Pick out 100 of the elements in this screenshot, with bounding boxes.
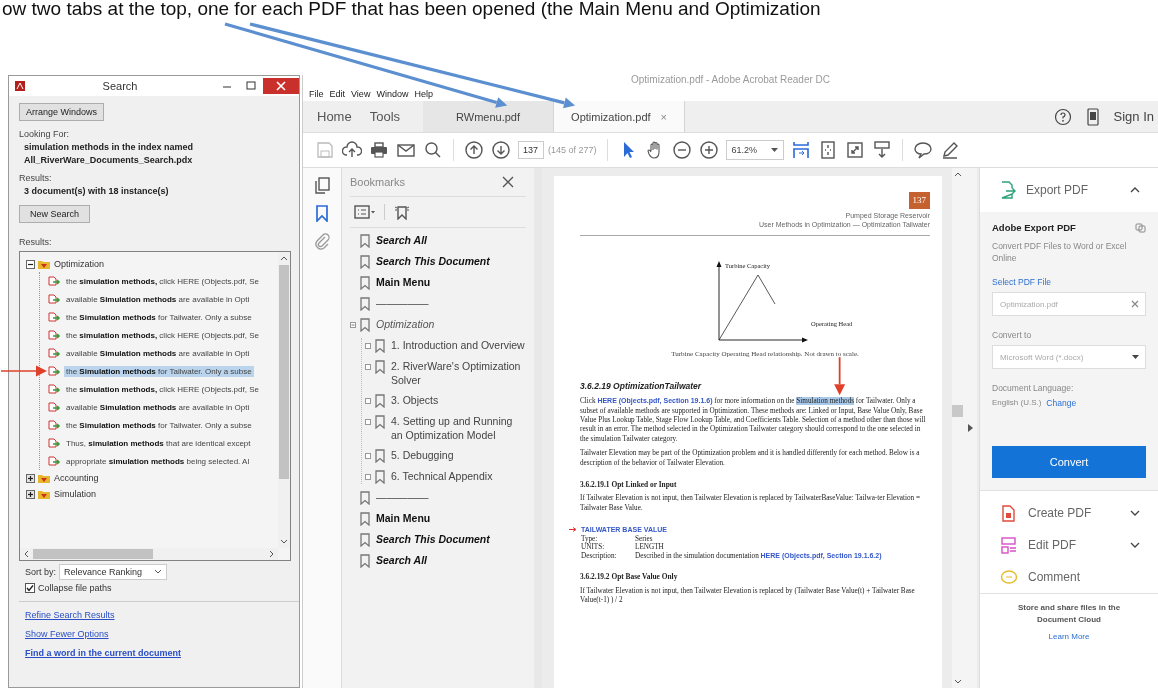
horizontal-scrollbar[interactable]	[20, 548, 278, 560]
search-result[interactable]: available Simulation methods are available in Opti	[48, 344, 278, 362]
search-query: simulation methods in the index named	[23, 142, 195, 152]
export-pdf-header[interactable]: Export PDF	[980, 168, 1158, 212]
nav-tab[interactable]: Tools	[360, 101, 410, 132]
bookmark-item[interactable]: 3. Objects	[375, 393, 439, 408]
add-bookmark-icon[interactable]	[393, 204, 411, 220]
page-number-field[interactable]: 137	[518, 141, 544, 159]
tree-item[interactable]: Accounting	[38, 473, 99, 483]
bookmark-item[interactable]: Search This Document	[360, 532, 490, 547]
bookmark-icon[interactable]	[313, 204, 331, 222]
scrollbar-thumb[interactable]	[952, 405, 963, 417]
fullscreen-icon[interactable]	[845, 140, 866, 160]
expander-icon[interactable]	[26, 473, 35, 483]
scrollbar-thumb[interactable]	[279, 265, 289, 479]
bookmark-icon	[360, 512, 370, 526]
expander-icon[interactable]	[26, 259, 35, 269]
convert-button[interactable]: Convert	[992, 446, 1146, 478]
scroll-mode-icon[interactable]	[791, 140, 812, 160]
search-result[interactable]: Thus, simulation methods that are identical except	[48, 434, 278, 452]
select-file-link[interactable]: Select PDF File	[992, 277, 1052, 287]
comment-icon[interactable]	[913, 140, 934, 160]
bookmark-item[interactable]: —————	[360, 490, 429, 505]
bookmark-item[interactable]: Search All	[360, 553, 427, 568]
menu-item[interactable]: Help	[414, 89, 433, 99]
bookmark-icon	[375, 360, 385, 374]
bookmark-item[interactable]: 5. Debugging	[375, 448, 454, 463]
label: Convert to	[992, 330, 1033, 340]
sort-dropdown[interactable]: Relevance Ranking	[59, 564, 168, 580]
link[interactable]: Find a word in the current document	[25, 648, 181, 658]
learn-more-link[interactable]: Learn More	[1048, 632, 1090, 641]
arrow-up-circle-icon[interactable]	[464, 140, 484, 160]
search-icon[interactable]	[423, 140, 443, 160]
speech-bubble-icon	[1000, 567, 1018, 587]
arrange-windows-button[interactable]: Arrange Windows	[19, 103, 105, 121]
bookmark-item[interactable]: 6. Technical Appendix	[375, 469, 493, 484]
link[interactable]: Show Fewer Options	[25, 629, 109, 639]
bookmark-item[interactable]: 1. Introduction and Overview	[375, 338, 525, 353]
vertical-scrollbar[interactable]	[952, 168, 963, 688]
nav-tab[interactable]: Home	[303, 101, 361, 132]
zoom-dropdown[interactable]: 61.2%	[725, 140, 785, 160]
search-result[interactable]: the Simulation methods for Tailwater. Only a subse	[48, 416, 278, 434]
document-tab[interactable]: RWmenu.pdf	[423, 101, 555, 132]
menu-item[interactable]: View	[351, 89, 371, 99]
search-result[interactable]: the simulation methods, click HERE (Objects.pdf, Se	[48, 326, 278, 344]
close-tab-button[interactable]: ×	[660, 110, 667, 123]
clear-icon[interactable]	[1131, 300, 1139, 308]
bookmark-item[interactable]: 2. RiverWare's Optimization Solver	[375, 359, 526, 387]
arrow-down-circle-icon[interactable]	[491, 140, 511, 160]
scrollbar-thumb[interactable]	[33, 549, 153, 559]
search-result[interactable]: the simulation methods, click HERE (Objects.pdf, Se	[48, 272, 278, 290]
bookmark-item[interactable]: —————	[360, 296, 429, 311]
new-search-button[interactable]: New Search	[19, 205, 91, 223]
bookmark-item[interactable]: Main Menu	[360, 275, 431, 290]
upload-icon[interactable]	[342, 140, 362, 160]
menu-item[interactable]: Edit	[329, 89, 346, 99]
pages-icon[interactable]	[313, 176, 331, 194]
search-result[interactable]: available Simulation methods are available in Opti	[48, 398, 278, 416]
section-heading: 3.6.2.19 OptimizationTailwater	[580, 381, 703, 392]
menu-item[interactable]: Window	[376, 89, 409, 99]
read-mode-icon[interactable]	[872, 140, 893, 160]
tree-item[interactable]: Optimization	[38, 259, 105, 269]
chevron-down-icon	[1130, 510, 1140, 516]
close-icon[interactable]	[502, 176, 514, 188]
link[interactable]: Refine Search Results	[25, 610, 115, 620]
attachment-icon[interactable]	[313, 232, 331, 250]
search-result[interactable]: the Simulation methods for Tailwater. Only a subse	[48, 308, 278, 326]
zoom-out-icon[interactable]	[671, 140, 692, 160]
label: Looking For:	[19, 129, 71, 139]
options-icon[interactable]	[354, 205, 376, 219]
search-result[interactable]: appropriate simulation methods being selected. Al	[48, 452, 278, 470]
document-tab[interactable]: Optimization.pdf ×	[554, 101, 686, 132]
search-result[interactable]: available Simulation methods are available in Opti	[48, 290, 278, 308]
checkbox[interactable]	[25, 583, 35, 593]
bookmark-item[interactable]: Search This Document	[360, 254, 490, 269]
chevron-up-icon	[280, 255, 288, 261]
tool-item[interactable]: Edit PDF	[980, 529, 1158, 561]
tool-item[interactable]: Create PDF	[980, 497, 1158, 529]
search-result[interactable]: the simulation methods, click HERE (Objects.pdf, Se	[48, 380, 278, 398]
bookmark-item[interactable]: 4. Setting up and Running an Optimization Model	[375, 414, 526, 442]
help-icon[interactable]	[1053, 107, 1072, 126]
bookmark-item[interactable]: Main Menu	[360, 511, 431, 526]
change-link[interactable]: Change	[1046, 398, 1077, 408]
document-arrow-icon	[48, 419, 61, 431]
bookmark-icon	[360, 276, 370, 290]
bookmark-item[interactable]: Search All	[360, 233, 427, 248]
tool-item[interactable]: Comment	[980, 561, 1158, 593]
expander-icon[interactable]	[26, 489, 35, 499]
bookmark-item[interactable]: Optimization	[360, 317, 435, 332]
menu-item[interactable]: File	[309, 89, 324, 99]
mobile-icon[interactable]	[1085, 107, 1100, 126]
document-arrow-icon	[48, 293, 61, 305]
vertical-scrollbar[interactable]	[278, 252, 290, 548]
sign-in-link[interactable]: Sign In	[1113, 109, 1154, 124]
close-button[interactable]	[263, 78, 299, 94]
collapse-handle-icon[interactable]	[967, 424, 973, 432]
description: Convert PDF Files to Word or Excel Online	[992, 240, 1128, 264]
zoom-in-icon[interactable]	[698, 140, 719, 160]
tree-item[interactable]: Simulation	[38, 489, 97, 499]
print-icon[interactable]	[369, 140, 389, 160]
